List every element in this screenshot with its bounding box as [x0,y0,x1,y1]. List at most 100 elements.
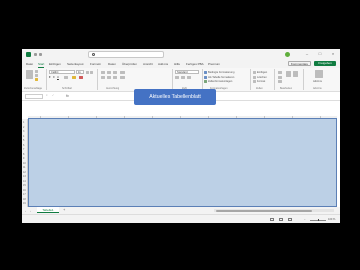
font-color-icon[interactable] [79,76,83,79]
zoom-slider-knob[interactable] [318,218,319,221]
tab-addins[interactable]: Add-ins [158,62,168,66]
page-break-view-icon[interactable] [288,218,292,221]
thousands-icon[interactable] [187,76,191,79]
delete-cells-icon[interactable] [253,75,256,79]
add-sheet-button[interactable]: + [63,208,65,212]
row-number: 11 [23,166,26,169]
tab-einfuegen[interactable]: Einfügen [49,62,61,66]
conditional-format-icon[interactable] [204,71,207,74]
addins-button[interactable]: Add-Ins [313,80,322,83]
autosum-icon[interactable] [278,71,282,74]
worksheet-grid[interactable]: 1 2 3 4 5 6 7 8 9 10 11 12 13 14 15 16 1… [22,101,340,207]
find-select-icon[interactable] [293,71,298,77]
group-label-editing: Bearbeiten [280,87,293,90]
copy-icon[interactable] [35,74,38,77]
cancel-icon[interactable]: × [46,94,48,97]
row-number: 14 [23,179,26,183]
current-sheet-callout: Aktuelles Tabellenblatt [134,89,216,105]
underline-icon[interactable]: U [57,76,59,79]
tab-formeln[interactable]: Formeln [90,62,101,66]
zoom-slider[interactable] [310,218,326,221]
close-icon[interactable]: × [331,52,335,56]
insert-cells-button[interactable]: Einfügen [257,71,267,74]
enter-icon[interactable]: ✓ [52,94,54,97]
currency-icon[interactable] [175,76,179,79]
number-format-select[interactable]: Standard [175,70,199,74]
group-divider [250,69,251,90]
fx-icon[interactable]: fx [66,94,69,98]
cell-styles-icon[interactable] [204,80,207,83]
sheet-tab-tabelle1[interactable]: Tabelle1 [37,207,59,213]
tab-fertiges-pba[interactable]: Fertiges PBA [186,62,204,66]
format-as-table-icon[interactable] [204,75,207,79]
row-number: 10 [23,161,26,165]
minimize-icon[interactable]: – [305,52,309,56]
bold-icon[interactable]: F [49,76,51,79]
save-icon[interactable] [39,53,42,56]
align-left-icon[interactable] [101,76,105,79]
fill-color-icon[interactable] [72,76,76,79]
tab-seitenlayout[interactable]: Seitenlayout [67,62,84,66]
align-center-icon[interactable] [107,76,111,79]
row-number: 1 [23,121,25,124]
comments-button[interactable]: Kommentare [288,61,311,66]
format-painter-icon[interactable] [35,78,38,81]
percent-icon[interactable] [181,76,185,79]
cut-icon[interactable] [35,70,38,73]
sort-filter-icon[interactable] [286,71,291,77]
normal-view-icon[interactable] [270,218,274,221]
row-number: 17 [23,193,26,196]
row-number: 15 [23,184,26,187]
tab-ansicht[interactable]: Ansicht [143,62,153,66]
borders-icon[interactable] [64,76,68,79]
zoom-level[interactable]: 100 % [328,218,335,221]
tab-ueberpruefen[interactable]: Überprüfen [122,62,137,66]
avatar[interactable] [285,52,290,57]
row-number: 4 [23,134,25,138]
format-as-table-button[interactable]: Als Tabelle formatieren [208,76,234,79]
autosave-icon[interactable] [34,53,37,56]
align-middle-icon[interactable] [107,71,111,74]
page-layout-view-icon[interactable] [279,218,283,221]
format-cells-icon[interactable] [253,80,256,83]
conditional-format-button[interactable]: Bedingte Formatierung [208,71,234,74]
format-cells-button[interactable]: Format [257,80,265,83]
align-top-icon[interactable] [101,71,105,74]
share-button[interactable]: Freigeben [314,61,336,66]
clear-icon[interactable] [278,80,282,83]
italic-icon[interactable]: K [53,76,55,79]
grow-font-icon[interactable] [86,71,89,74]
tab-daten[interactable]: Daten [108,62,116,66]
shrink-font-icon[interactable] [90,71,93,74]
insert-cells-icon[interactable] [253,71,256,74]
name-box[interactable] [25,94,43,99]
addins-icon[interactable] [315,70,323,78]
tab-premium[interactable]: Premium [208,62,220,66]
group-divider [172,69,173,90]
prev-sheet-icon[interactable]: ‹ [25,209,26,213]
row-number: 19 [23,202,26,205]
search-input[interactable] [88,51,164,58]
font-name-select[interactable]: Calibri [49,70,75,74]
font-size-select[interactable]: 11 [76,70,84,74]
horizontal-scrollbar[interactable] [214,209,334,212]
zoom-out-icon[interactable]: – [304,218,305,221]
delete-cells-button[interactable]: Löschen [257,76,267,79]
tab-hilfe[interactable]: Hilfe [174,62,180,66]
paste-icon[interactable] [26,70,33,79]
align-bottom-icon[interactable] [113,71,117,74]
status-bar: – 100 % [22,214,340,223]
tab-datei[interactable]: Datei [26,62,33,66]
row-number: 7 [23,148,25,151]
maximize-icon[interactable]: □ [318,52,322,56]
next-sheet-icon[interactable]: › [30,209,31,213]
cell-styles-button[interactable]: Zellenformatvorlagen [208,80,232,83]
align-right-icon[interactable] [113,76,117,79]
merge-cells-icon[interactable] [120,76,125,79]
fill-icon[interactable] [278,75,282,79]
row-number: 12 [23,170,26,174]
scrollbar-thumb[interactable] [216,209,312,212]
wrap-text-icon[interactable] [120,71,125,74]
row-number: 5 [23,139,25,142]
group-divider [274,69,275,90]
